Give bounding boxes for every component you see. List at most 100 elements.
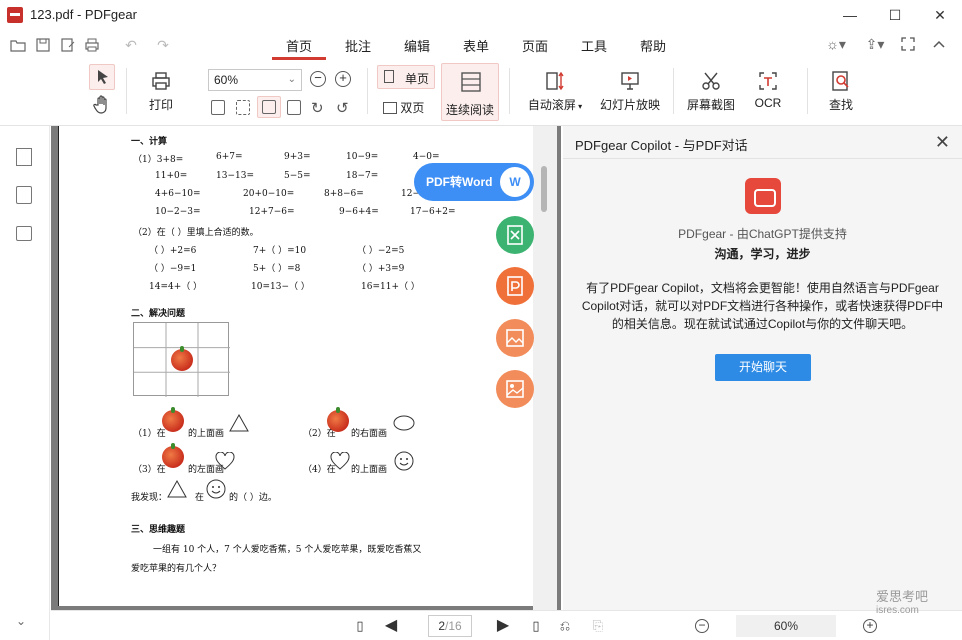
zoom-out-icon[interactable]: − [695, 619, 709, 633]
total-pages: /16 [445, 619, 462, 633]
zoom-value: 60% [214, 73, 239, 87]
first-page-icon[interactable]: ▯ [352, 619, 368, 633]
zoom-out-icon[interactable]: − [310, 71, 326, 87]
hand-tool[interactable] [91, 94, 113, 116]
zoom-in-icon[interactable]: + [863, 619, 877, 633]
powerpoint-icon [507, 276, 523, 296]
fit-visible-icon[interactable] [287, 100, 301, 115]
doc-text: 4−0= [413, 152, 440, 162]
slideshow-button[interactable]: 幻灯片放映 [598, 70, 662, 113]
page-indicator[interactable]: 2/16 [428, 615, 472, 637]
zoom-in-icon[interactable]: + [335, 71, 351, 87]
start-chat-button[interactable]: 开始聊天 [715, 354, 811, 381]
apple-image [162, 443, 184, 468]
pdf-to-excel-button[interactable] [496, 216, 534, 254]
find-button[interactable]: 查找 [822, 70, 860, 113]
ocr-label: OCR [754, 96, 782, 110]
tab-home[interactable]: 首页 [271, 30, 327, 60]
go-back-icon[interactable]: ⎌ [557, 619, 573, 633]
cursor-arrow-icon [98, 70, 108, 84]
slideshow-icon [621, 72, 639, 90]
auto-scroll-button[interactable]: 自动滚屏 ▾ [524, 70, 586, 113]
doc-text: （ ）+2=6 [149, 246, 197, 256]
double-page-button[interactable]: 双页 [383, 99, 433, 116]
next-page-icon[interactable]: ▶ [495, 618, 511, 634]
doc-text: 的右面画 [351, 429, 388, 439]
tab-page[interactable]: 页面 [522, 36, 548, 56]
actual-size-icon[interactable] [211, 100, 225, 115]
share-icon[interactable]: ⇪▾ [864, 36, 886, 52]
watermark-line1: 爱思考吧 [876, 589, 929, 604]
doc-text: 14=4+（ ） [149, 282, 203, 292]
document-scrollbar[interactable] [533, 126, 557, 610]
minimize-button[interactable]: — [830, 4, 870, 26]
rotate-right-icon[interactable]: ↻ [311, 99, 324, 117]
continuous-read-button[interactable]: 连续阅读 [441, 63, 499, 121]
thumbnails-icon[interactable] [16, 186, 32, 204]
fit-page-icon[interactable] [236, 100, 250, 115]
theme-icon[interactable]: ☼▾ [824, 36, 848, 52]
zoom-select[interactable]: 60% ⌄ [208, 69, 302, 91]
undo-icon[interactable]: ↶ [123, 37, 139, 53]
pdf-to-word-label: PDF转Word [426, 175, 493, 189]
doc-text: （ ）+3=9 [357, 264, 405, 274]
pdf-to-ppt-button[interactable] [496, 267, 534, 305]
tab-help[interactable]: 帮助 [640, 36, 666, 56]
fullscreen-icon[interactable] [900, 36, 916, 52]
close-button[interactable]: ✕ [920, 4, 960, 26]
print-button[interactable]: 打印 [140, 70, 182, 113]
image-to-pdf-button[interactable] [496, 370, 534, 408]
rotate-left-icon[interactable]: ↺ [336, 99, 349, 117]
sidebar-expand-icon[interactable]: ⌄ [16, 614, 26, 628]
doc-text: （1）3+8= [133, 155, 184, 165]
prev-page-icon[interactable]: ◀ [383, 618, 399, 634]
select-tool[interactable] [89, 64, 115, 90]
bookmark-icon[interactable] [16, 148, 32, 166]
ocr-button[interactable]: OCR [750, 70, 786, 110]
single-page-button[interactable]: 单页 [377, 65, 435, 89]
last-page-icon[interactable]: ▯ [528, 619, 544, 633]
tab-form[interactable]: 表单 [463, 36, 489, 56]
find-label: 查找 [828, 98, 853, 112]
scrollbar-thumb[interactable] [541, 166, 547, 212]
save-as-icon[interactable] [60, 37, 76, 53]
zoom-level[interactable]: 60% [736, 615, 836, 637]
section-title: 二、解决问题 [131, 309, 186, 319]
continuous-read-label: 连续阅读 [446, 103, 495, 117]
single-page-label: 单页 [405, 72, 430, 86]
ocr-icon [759, 72, 777, 90]
apple-image [171, 346, 193, 371]
redo-icon[interactable]: ↷ [155, 37, 171, 53]
open-icon[interactable] [10, 37, 26, 53]
triangle-shape [229, 414, 249, 432]
collapse-ribbon-icon[interactable] [931, 36, 947, 52]
tab-annotate[interactable]: 批注 [345, 36, 371, 56]
maximize-button[interactable]: ☐ [875, 4, 915, 26]
doc-text: 在 [195, 493, 205, 503]
close-icon[interactable]: ✕ [935, 132, 950, 153]
apple-image [162, 407, 184, 432]
go-forward-icon[interactable]: ⎘ [590, 619, 606, 633]
tab-edit[interactable]: 编辑 [404, 36, 430, 56]
single-page-icon [384, 70, 394, 83]
tab-tools[interactable]: 工具 [581, 36, 607, 56]
comments-icon[interactable] [16, 226, 32, 241]
pdf-to-image-button[interactable] [496, 319, 534, 357]
double-page-icon [383, 102, 397, 114]
fit-width-button[interactable] [257, 96, 281, 118]
auto-scroll-label: 自动滚屏 [527, 98, 576, 112]
doc-text: 17−6+2= [410, 207, 456, 217]
heart-shape [330, 452, 350, 470]
doc-text: 8+8−6= [324, 189, 364, 199]
doc-text: 的上面画 [351, 465, 388, 475]
print-icon[interactable] [84, 37, 100, 53]
save-icon[interactable] [35, 37, 51, 53]
left-sidebar [0, 126, 50, 640]
doc-text: 我发现： [131, 493, 168, 503]
doc-text: 12+7−6= [249, 207, 295, 217]
pdf-to-word-button[interactable]: PDF转Word W [414, 163, 534, 201]
doc-text: 18−7= [346, 171, 379, 181]
word-icon: W [500, 167, 530, 197]
screenshot-button[interactable]: 屏幕截图 [685, 70, 737, 113]
screenshot-label: 屏幕截图 [686, 98, 735, 112]
